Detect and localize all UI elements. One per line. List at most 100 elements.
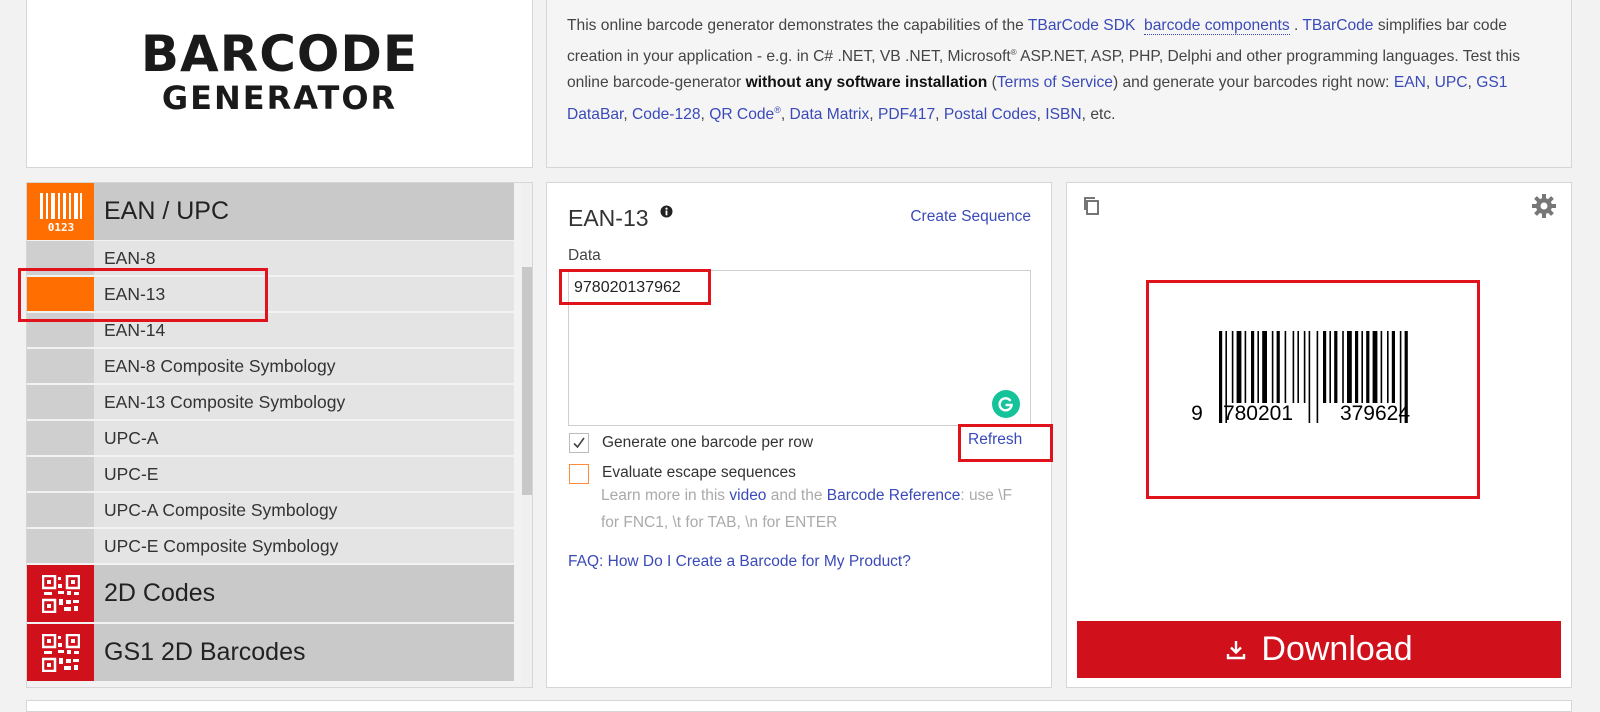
barcode-bar <box>1251 331 1255 403</box>
isbn-link[interactable]: ISBN <box>1045 106 1081 123</box>
barcode-bar <box>1257 331 1259 403</box>
barcode-digits-right: 379624 <box>1340 402 1410 425</box>
barcode-digits-left: 780201 <box>1223 402 1293 425</box>
terms-link[interactable]: Terms of Service <box>997 74 1113 91</box>
intro-text-7: , etc. <box>1081 105 1116 123</box>
symbology-item-upc-e-composite[interactable]: UPC-E Composite Symbology <box>27 529 514 563</box>
video-link[interactable]: video <box>729 487 766 504</box>
check-icon <box>573 437 585 449</box>
sep: , <box>780 105 790 123</box>
tbarcode-link[interactable]: TBarCode <box>1302 17 1373 34</box>
barcode-bar <box>1303 331 1306 403</box>
escape-help-text: Learn more in this video and the Barcode… <box>601 483 1021 536</box>
barcode-bar <box>1231 331 1234 403</box>
symbology-item-upc-e[interactable]: UPC-E <box>27 457 514 491</box>
item-label: EAN-13 <box>104 283 166 304</box>
barcode-preview: 9 780201 379624 Download <box>1066 182 1572 688</box>
data-label: Data <box>568 247 601 264</box>
barcode-bar <box>1366 331 1370 403</box>
item-label: UPC-A <box>104 427 159 448</box>
barcode-bar <box>1342 331 1344 403</box>
scrollbar-thumb[interactable] <box>522 267 532 495</box>
barcode-bar <box>1380 331 1383 403</box>
symbology-item-ean-8-composite[interactable]: EAN-8 Composite Symbology <box>27 349 514 383</box>
item-swatch <box>27 385 94 419</box>
create-sequence-link[interactable]: Create Sequence <box>910 208 1031 226</box>
qr-code-link-label: QR Code <box>709 105 775 123</box>
barcode-components-link[interactable]: barcode components <box>1144 17 1290 35</box>
barcode-bar <box>1329 331 1331 403</box>
download-icon <box>1227 640 1246 659</box>
sep: , <box>1467 74 1477 92</box>
ean-link[interactable]: EAN <box>1394 74 1426 91</box>
tbarcode-sdk-link[interactable]: TBarCode SDK <box>1028 17 1135 34</box>
sep: , <box>1425 74 1435 92</box>
postal-codes-link[interactable]: Postal Codes <box>944 106 1037 123</box>
logo-subtitle: GENERATOR <box>161 79 398 117</box>
symbology-item-ean-14[interactable]: EAN-14 <box>27 313 514 347</box>
qr-registered-mark: ® <box>774 104 781 115</box>
refresh-link[interactable]: Refresh <box>968 431 1022 449</box>
list-scrollbar[interactable] <box>521 183 532 687</box>
item-swatch <box>27 313 94 347</box>
item-swatch <box>27 529 94 563</box>
sep: , <box>869 105 878 123</box>
sep: , <box>935 105 944 123</box>
item-swatch-active <box>27 277 94 311</box>
data-input[interactable] <box>568 270 1031 426</box>
barcode-bar <box>1271 331 1274 403</box>
copy-icon[interactable] <box>1081 195 1103 222</box>
download-label: Download <box>1261 630 1413 668</box>
code128-link[interactable]: Code-128 <box>632 106 701 123</box>
category-ean-upc[interactable]: 0123 EAN / UPC <box>27 183 514 240</box>
one-barcode-per-row-label: Generate one barcode per row <box>602 434 814 451</box>
symbology-item-ean-8[interactable]: EAN-8 <box>27 241 514 275</box>
symbology-item-ean-13[interactable]: EAN-13 <box>27 277 514 311</box>
evaluate-escape-checkbox[interactable] <box>569 464 589 484</box>
barcode-bar <box>1334 331 1338 403</box>
qr-code-icon <box>27 624 94 681</box>
symbology-item-upc-a[interactable]: UPC-A <box>27 421 514 455</box>
grammarly-icon[interactable] <box>992 390 1020 418</box>
qr-code-link[interactable]: QR Code® <box>709 104 781 123</box>
intro-bold: without any software installation <box>745 74 988 92</box>
barcode-bar <box>1355 331 1359 403</box>
category-label: EAN / UPC <box>104 197 230 225</box>
faq-link[interactable]: FAQ: How Do I Create a Barcode for My Pr… <box>568 553 911 571</box>
category-gs1-2d-barcodes[interactable]: GS1 2D Barcodes <box>27 624 514 681</box>
upc-link[interactable]: UPC <box>1435 74 1468 91</box>
barcode-bar <box>1219 331 1223 423</box>
item-swatch <box>27 421 94 455</box>
barcode-bar <box>1244 331 1247 403</box>
one-barcode-per-row-checkbox[interactable] <box>569 433 589 453</box>
symbology-item-upc-a-composite[interactable]: UPC-A Composite Symbology <box>27 493 514 527</box>
barcode-icon-text: 0123 <box>47 221 74 233</box>
barcode-digit-first: 9 <box>1191 402 1203 425</box>
barcode-bar <box>1372 331 1378 403</box>
help-text-2: and the <box>766 487 827 504</box>
barcode-bar <box>1284 331 1287 403</box>
barcode-bar <box>1297 331 1299 403</box>
data-matrix-link[interactable]: Data Matrix <box>790 106 870 123</box>
item-swatch <box>27 493 94 527</box>
item-swatch <box>27 241 94 275</box>
symbology-item-ean-13-composite[interactable]: EAN-13 Composite Symbology <box>27 385 514 419</box>
item-label: EAN-8 <box>104 247 156 268</box>
gear-icon[interactable] <box>1531 193 1557 224</box>
category-label: 2D Codes <box>104 579 216 607</box>
help-text-1: Learn more in this <box>601 487 730 504</box>
info-icon[interactable] <box>660 205 673 223</box>
item-label: EAN-14 <box>104 319 166 340</box>
category-label: GS1 2D Barcodes <box>104 638 306 666</box>
item-label: UPC-E Composite Symbology <box>104 535 339 556</box>
symbology-title: EAN-13 <box>568 205 649 231</box>
barcode-bar <box>1276 331 1280 403</box>
barcode-bar <box>1236 331 1242 403</box>
barcode-reference-link[interactable]: Barcode Reference <box>827 487 961 504</box>
category-2d-codes[interactable]: 2D Codes <box>27 565 514 622</box>
pdf417-link[interactable]: PDF417 <box>878 106 935 123</box>
symbology-list: 0123 EAN / UPC EAN-8 EAN-13 EAN-14 EAN-8… <box>26 182 533 688</box>
barcode-image: 9 780201 379624 <box>1191 331 1410 425</box>
download-button[interactable]: Download <box>1077 621 1561 678</box>
sep: , <box>623 105 633 123</box>
